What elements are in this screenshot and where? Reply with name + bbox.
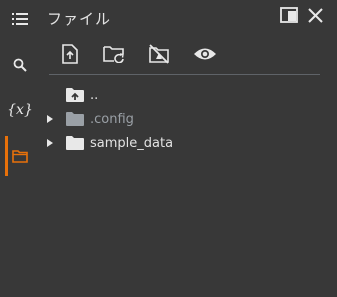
- side-rail: {x}: [0, 0, 38, 297]
- toolbar-divider: [49, 74, 320, 75]
- expand-chevron-icon[interactable]: [45, 114, 55, 124]
- tree-row-sample-data[interactable]: sample_data: [38, 132, 337, 154]
- mount-drive-off-icon: [149, 44, 169, 64]
- folder-icon: [66, 135, 84, 151]
- table-of-contents-button[interactable]: [8, 7, 32, 31]
- panel-title: ファイル: [47, 10, 112, 28]
- folder-icon: [12, 149, 28, 163]
- refresh-button[interactable]: [101, 41, 127, 67]
- variables-button[interactable]: {x}: [7, 98, 33, 122]
- show-hidden-files-button[interactable]: [192, 41, 218, 67]
- close-button[interactable]: [304, 4, 326, 26]
- list-icon: [12, 13, 28, 25]
- search-button[interactable]: [8, 53, 32, 77]
- file-name: .config: [90, 111, 134, 127]
- maximize-icon: [280, 7, 298, 23]
- upload-file-button[interactable]: [57, 41, 83, 67]
- maximize-button[interactable]: [278, 4, 300, 26]
- tree-row-config[interactable]: .config: [38, 108, 337, 130]
- refresh-folder-icon: [103, 46, 124, 63]
- show-hidden-files-icon: [194, 48, 216, 60]
- upload-file-icon: [62, 44, 78, 64]
- folder-up-icon: [66, 87, 84, 103]
- close-icon: [307, 7, 323, 23]
- variables-icon: {x}: [7, 102, 33, 118]
- search-icon: [13, 58, 27, 72]
- parent-directory-label: ..: [90, 87, 99, 103]
- parent-directory-row[interactable]: ..: [38, 84, 337, 106]
- file-name: sample_data: [90, 135, 174, 151]
- folder-icon: [66, 111, 84, 127]
- files-panel: ファイル .. .config sample_data: [38, 0, 337, 297]
- files-button[interactable]: [8, 144, 32, 168]
- mount-drive-button[interactable]: [146, 41, 172, 67]
- expand-chevron-icon[interactable]: [45, 138, 55, 148]
